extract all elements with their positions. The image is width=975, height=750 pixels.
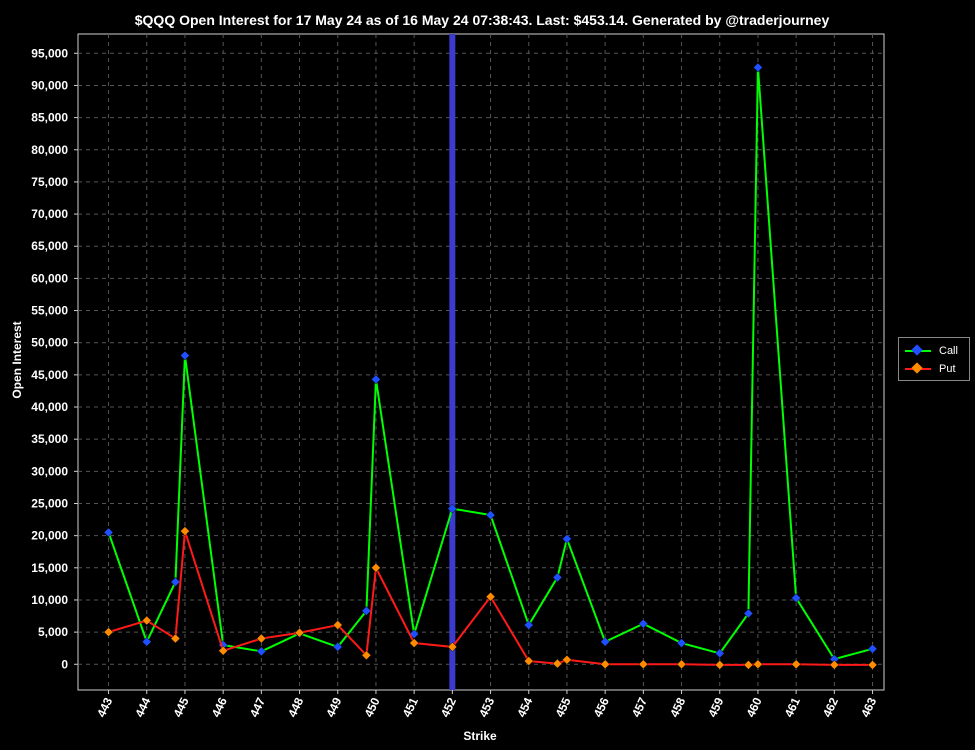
x-tick-label: 462 <box>820 695 841 719</box>
y-tick-label: 5,000 <box>38 625 68 639</box>
x-tick-label: 454 <box>514 695 535 719</box>
x-tick-label: 451 <box>400 695 421 719</box>
y-tick-label: 25,000 <box>31 496 68 510</box>
chart-title: $QQQ Open Interest for 17 May 24 as of 1… <box>135 12 830 28</box>
x-tick-label: 456 <box>591 695 612 719</box>
legend-item-put: Put <box>905 360 963 378</box>
x-tick-label: 452 <box>438 695 459 719</box>
x-tick-label: 448 <box>285 695 306 719</box>
y-tick-label: 45,000 <box>31 368 68 382</box>
x-tick-label: 444 <box>132 695 153 719</box>
x-tick-label: 458 <box>667 695 688 719</box>
y-tick-label: 30,000 <box>31 464 68 478</box>
y-tick-label: 75,000 <box>31 175 68 189</box>
x-tick-label: 453 <box>476 695 497 719</box>
x-tick-label: 443 <box>94 695 115 719</box>
x-tick-label: 455 <box>553 695 574 719</box>
y-tick-label: 60,000 <box>31 271 68 285</box>
y-tick-label: 0 <box>61 657 68 671</box>
x-tick-label: 461 <box>782 695 803 719</box>
open-interest-chart: $QQQ Open Interest for 17 May 24 as of 1… <box>10 12 885 743</box>
y-tick-label: 15,000 <box>31 561 68 575</box>
x-tick-label: 457 <box>629 695 650 719</box>
legend-item-call: Call <box>905 342 963 360</box>
x-tick-label: 449 <box>323 695 344 719</box>
put-swatch-icon <box>905 362 931 374</box>
y-tick-label: 85,000 <box>31 111 68 125</box>
x-tick-label: 460 <box>744 695 765 719</box>
y-tick-label: 70,000 <box>31 207 68 221</box>
legend: Call Put <box>898 337 970 381</box>
x-axis-ticks: 443 444 445 446 447 448 449 450 451 452 453 454 455 4… <box>94 690 879 719</box>
y-tick-label: 40,000 <box>31 400 68 414</box>
x-tick-label: 463 <box>858 695 879 719</box>
y-tick-label: 90,000 <box>31 78 68 92</box>
x-tick-label: 450 <box>362 695 383 719</box>
y-tick-label: 35,000 <box>31 432 68 446</box>
y-tick-label: 95,000 <box>31 46 68 60</box>
y-tick-label: 65,000 <box>31 239 68 253</box>
call-swatch-icon <box>905 344 931 356</box>
y-tick-label: 10,000 <box>31 593 68 607</box>
x-tick-label: 447 <box>247 695 268 719</box>
legend-put-label: Put <box>939 363 956 375</box>
legend-call-label: Call <box>939 345 958 357</box>
x-tick-label: 446 <box>209 695 230 719</box>
x-tick-label: 445 <box>171 695 192 719</box>
x-tick-label: 459 <box>705 695 726 719</box>
y-tick-label: 80,000 <box>31 143 68 157</box>
y-axis-ticks: 0 5,000 10,000 15,000 20,000 25,000 30,000 35,0… <box>31 46 78 671</box>
y-tick-label: 50,000 <box>31 336 68 350</box>
y-tick-label: 55,000 <box>31 304 68 318</box>
y-axis-label: Open Interest <box>10 321 24 398</box>
x-axis-label: Strike <box>463 729 497 743</box>
y-tick-label: 20,000 <box>31 529 68 543</box>
